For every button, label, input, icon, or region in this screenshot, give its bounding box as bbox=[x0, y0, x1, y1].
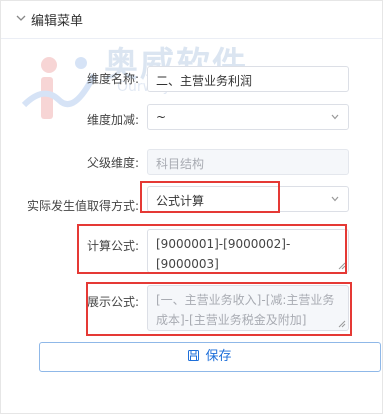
resize-handle-icon[interactable] bbox=[338, 262, 346, 270]
chevron-down-icon bbox=[331, 196, 339, 202]
resize-handle-icon bbox=[338, 320, 346, 328]
save-button[interactable]: 保存 bbox=[39, 342, 381, 372]
calc-formula-label: 计算公式: bbox=[86, 239, 139, 253]
save-icon bbox=[188, 350, 200, 361]
actual-value-method-value: 公式计算 bbox=[156, 194, 205, 208]
dimension-add-sub-label: 维度加减: bbox=[86, 113, 139, 127]
display-formula-textarea: [一、主营业务收入]-[减:主营业务成本]-[主营业务税金及附加] bbox=[147, 285, 349, 331]
watermark-logo: 奥威软件 Ourway Power bbox=[19, 37, 269, 147]
actual-value-method-select[interactable]: 公式计算 bbox=[147, 186, 349, 212]
dimension-name-label: 维度名称: bbox=[86, 72, 139, 86]
parent-dimension-input: 科目结构 bbox=[147, 149, 349, 175]
parent-dimension-label: 父级维度: bbox=[86, 156, 139, 170]
chevron-down-icon[interactable] bbox=[15, 12, 27, 24]
panel-header[interactable]: 编辑菜单 bbox=[1, 1, 382, 39]
display-formula-label: 展示公式: bbox=[86, 295, 139, 309]
dimension-add-sub-value: ~ bbox=[156, 110, 167, 124]
edit-menu-panel: 编辑菜单 奥威软件 Ourway Power 维度名称: 二、主营业务利润 维度… bbox=[0, 0, 383, 414]
save-button-label: 保存 bbox=[205, 349, 232, 364]
chevron-down-icon bbox=[331, 114, 339, 120]
panel-title: 编辑菜单 bbox=[31, 14, 84, 29]
dimension-name-input[interactable]: 二、主营业务利润 bbox=[147, 66, 349, 92]
actual-value-method-label: 实际发生值取得方式: bbox=[26, 199, 139, 213]
display-formula-value: [一、主营业务收入]-[减:主营业务成本]-[主营业务税金及附加] bbox=[156, 293, 335, 327]
dimension-add-sub-select[interactable]: ~ bbox=[147, 104, 349, 130]
calc-formula-value: [9000001]-[9000002]-[9000003] bbox=[156, 237, 291, 271]
calc-formula-textarea[interactable]: [9000001]-[9000002]-[9000003] bbox=[147, 229, 349, 273]
